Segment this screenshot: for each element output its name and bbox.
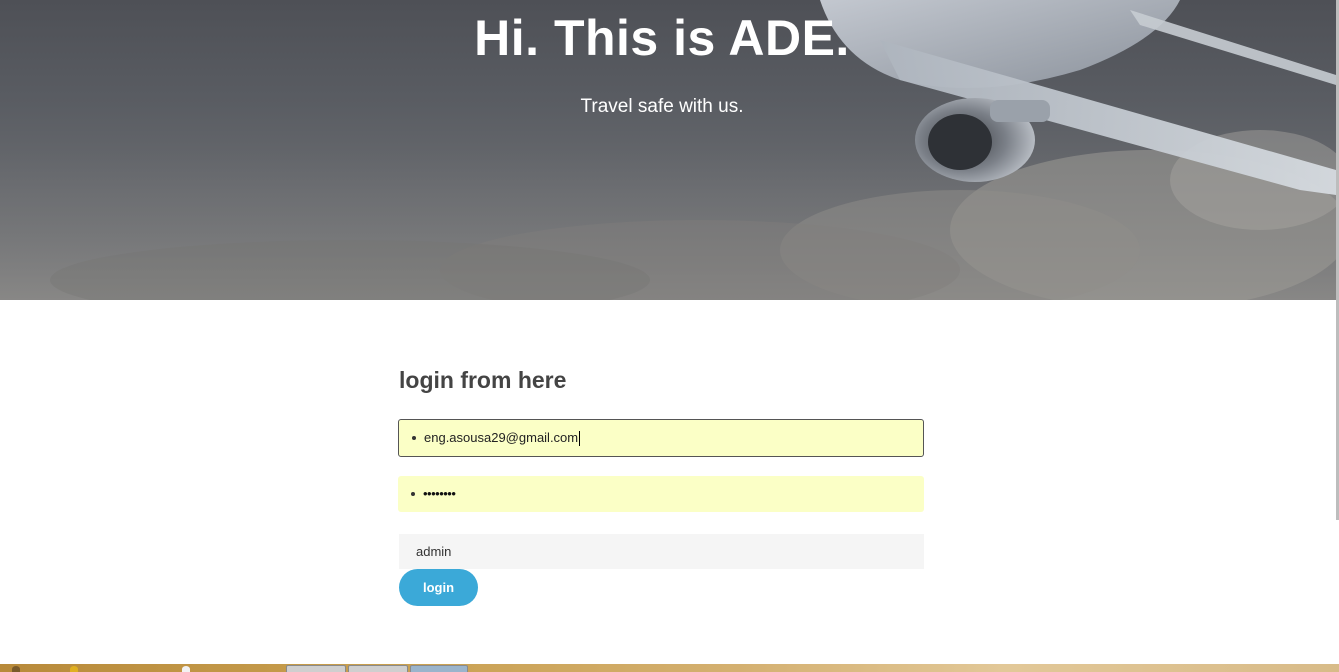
bullet-icon xyxy=(411,492,415,496)
password-value[interactable]: •••••••• xyxy=(423,486,456,502)
hero-title: Hi. This is ADE. xyxy=(474,10,850,66)
hero-subtitle: Travel safe with us. xyxy=(580,96,744,117)
email-field[interactable]: eng.asousa29@gmail.com xyxy=(398,419,924,457)
hero-banner: Hi. This is ADE. Travel safe with us. xyxy=(0,0,1336,300)
taskbar-app-browser[interactable] xyxy=(286,665,346,672)
password-field[interactable]: •••••••• xyxy=(398,476,924,512)
bullet-icon xyxy=(412,436,416,440)
taskbar xyxy=(0,664,1339,672)
role-field[interactable]: admin xyxy=(399,534,924,569)
folder-icon[interactable] xyxy=(70,666,78,672)
document-icon[interactable] xyxy=(182,666,190,672)
login-button[interactable]: login xyxy=(399,569,478,606)
email-value[interactable]: eng.asousa29@gmail.com xyxy=(424,430,578,446)
text-caret xyxy=(579,430,581,446)
page: Hi. This is ADE. Travel safe with us. lo… xyxy=(0,0,1339,672)
taskbar-app-window[interactable] xyxy=(410,665,468,672)
start-icon[interactable] xyxy=(12,666,20,672)
login-heading: login from here xyxy=(399,367,567,393)
taskbar-app-shield[interactable] xyxy=(348,665,408,672)
